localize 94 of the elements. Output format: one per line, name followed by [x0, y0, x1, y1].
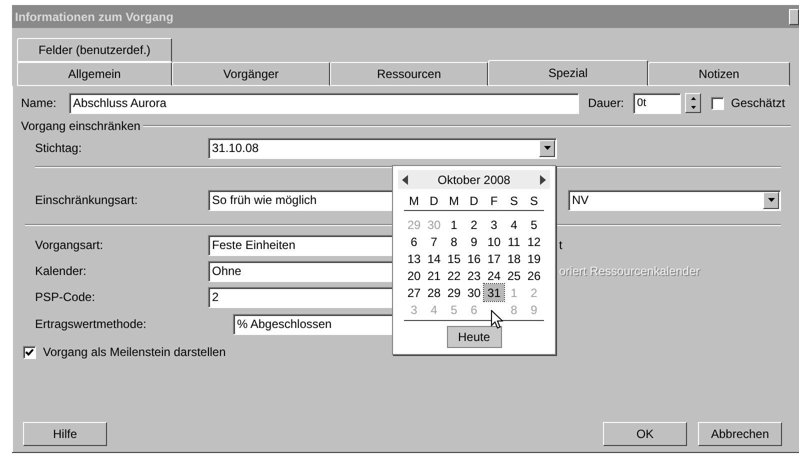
partial-label: t: [559, 237, 562, 254]
dropdown-button[interactable]: [539, 140, 555, 156]
calendar-day[interactable]: 31: [484, 284, 504, 301]
input-field[interactable]: % Abgeschlossen: [233, 314, 394, 334]
field-label: PSP-Code:: [35, 289, 96, 306]
field-label: Einschränkungsart:: [35, 192, 139, 209]
tab[interactable]: Spezial: [488, 60, 648, 86]
constraint-type-field[interactable]: So früh wie möglich: [208, 190, 394, 210]
calendar-day[interactable]: 15: [444, 250, 464, 267]
calendar-day[interactable]: 11: [504, 233, 524, 250]
calendar-day[interactable]: 21: [424, 267, 444, 284]
input-field[interactable]: 2: [208, 286, 394, 308]
calendar-day[interactable]: 22: [444, 267, 464, 284]
calendar-day[interactable]: 27: [404, 284, 424, 301]
field-value: So früh wie möglich: [212, 192, 317, 209]
calendar-day[interactable]: 19: [524, 250, 544, 267]
field-value: Ohne: [212, 263, 242, 280]
close-button[interactable]: [789, 8, 799, 24]
caret-icon: [768, 198, 774, 202]
tab[interactable]: Notizen: [648, 62, 790, 86]
calendar-day[interactable]: 3: [484, 216, 504, 233]
down-arrow-icon: [690, 106, 696, 109]
calendar-day[interactable]: 12: [524, 233, 544, 250]
dialog-button[interactable]: Hilfe: [23, 422, 107, 446]
field-value: 2: [212, 289, 219, 306]
calendar-day[interactable]: 10: [484, 233, 504, 250]
weekday-label: D: [428, 193, 440, 209]
field-value: 0t: [637, 96, 646, 111]
spin-button[interactable]: [685, 93, 701, 113]
calendar-day[interactable]: 6: [404, 233, 424, 250]
weekday-label: S: [508, 193, 519, 209]
input-field[interactable]: Ohne: [208, 260, 394, 282]
calendar-day[interactable]: 30: [464, 284, 484, 301]
deadline-field[interactable]: 31.10.08: [208, 138, 557, 158]
calendar-day[interactable]: 17: [484, 250, 504, 267]
calendar-day[interactable]: 23: [464, 267, 484, 284]
field-label: Vorgangsart:: [35, 237, 104, 254]
checkbox[interactable]: [711, 96, 724, 110]
calendar-day[interactable]: 26: [524, 267, 544, 284]
weekday-label: D: [468, 193, 480, 209]
field-label: Kalender:: [35, 263, 88, 280]
constraint-date-field[interactable]: NV: [568, 190, 781, 210]
calendar-day[interactable]: 20: [404, 267, 424, 284]
field-value: % Abgeschlossen: [237, 316, 332, 333]
field-label: Name:: [21, 95, 58, 112]
previous-month-icon[interactable]: [402, 174, 408, 184]
name-field[interactable]: Abschluss Aurora: [69, 92, 579, 114]
calendar-day[interactable]: 9: [464, 233, 484, 250]
calendar-day[interactable]: 2: [464, 216, 484, 233]
duration-field[interactable]: 0t: [633, 92, 681, 114]
field-label: Ertragswertmethode:: [35, 316, 148, 333]
field-label: Stichtag:: [35, 140, 83, 157]
checkbox-label: Vorgang als Meilenstein darstellen: [43, 344, 226, 361]
calendar-day[interactable]: 1: [444, 216, 464, 233]
tab[interactable]: Allgemein: [17, 62, 172, 86]
weekday-label: M: [448, 193, 460, 209]
dialog-button[interactable]: OK: [603, 422, 687, 446]
weekday-label: F: [489, 193, 499, 209]
dropdown-button[interactable]: [763, 192, 779, 208]
window-title: Informationen zum Vorgang: [15, 8, 174, 26]
caret-icon: [544, 146, 550, 150]
cursor-icon: [491, 310, 503, 329]
calendar-day[interactable]: 4: [504, 216, 524, 233]
field-value: 31.10.08: [212, 140, 259, 157]
checkbox[interactable]: [23, 346, 36, 358]
field-value: Feste Einheiten: [212, 237, 296, 254]
checkbox-label: Geschätzt: [731, 95, 786, 112]
tab[interactable]: Vorgänger: [172, 62, 330, 86]
calendar-day[interactable]: 18: [504, 250, 524, 267]
calendar-day[interactable]: 25: [504, 267, 524, 284]
calendar-day[interactable]: 7: [424, 233, 444, 250]
calendar-day[interactable]: 8: [444, 233, 464, 250]
calendar-day[interactable]: 13: [404, 250, 424, 267]
month-title: Oktober 2008: [438, 172, 510, 188]
tab[interactable]: Ressourcen: [330, 62, 488, 86]
input-field[interactable]: Feste Einheiten: [208, 234, 394, 256]
calendar-day[interactable]: 24: [484, 267, 504, 284]
weekday-label: M: [408, 193, 420, 209]
calendar-day[interactable]: 29: [444, 284, 464, 301]
calendar-day[interactable]: 14: [424, 250, 444, 267]
dialog-button[interactable]: Abbrechen: [698, 422, 782, 446]
next-month-icon[interactable]: [540, 174, 546, 184]
today-button[interactable]: Heute: [446, 326, 502, 348]
field-value: NV: [572, 192, 589, 209]
group-title: Vorgang einschränken: [21, 118, 142, 135]
up-arrow-icon: [690, 97, 696, 100]
calendar-day[interactable]: 5: [524, 216, 544, 233]
weekday-label: S: [528, 193, 539, 209]
partial-label: oriert Ressourcenkalender: [559, 263, 700, 280]
field-label: Dauer:: [588, 95, 626, 112]
tab[interactable]: Felder (benutzerdef.): [17, 38, 172, 62]
field-value: Abschluss Aurora: [73, 95, 166, 112]
calendar-day[interactable]: 16: [464, 250, 484, 267]
calendar-day[interactable]: 28: [424, 284, 444, 301]
